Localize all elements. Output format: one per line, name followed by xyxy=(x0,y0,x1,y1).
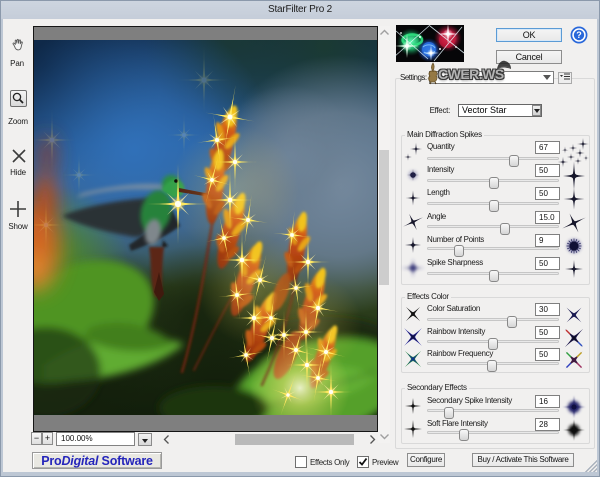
svg-text:?: ? xyxy=(576,30,582,40)
